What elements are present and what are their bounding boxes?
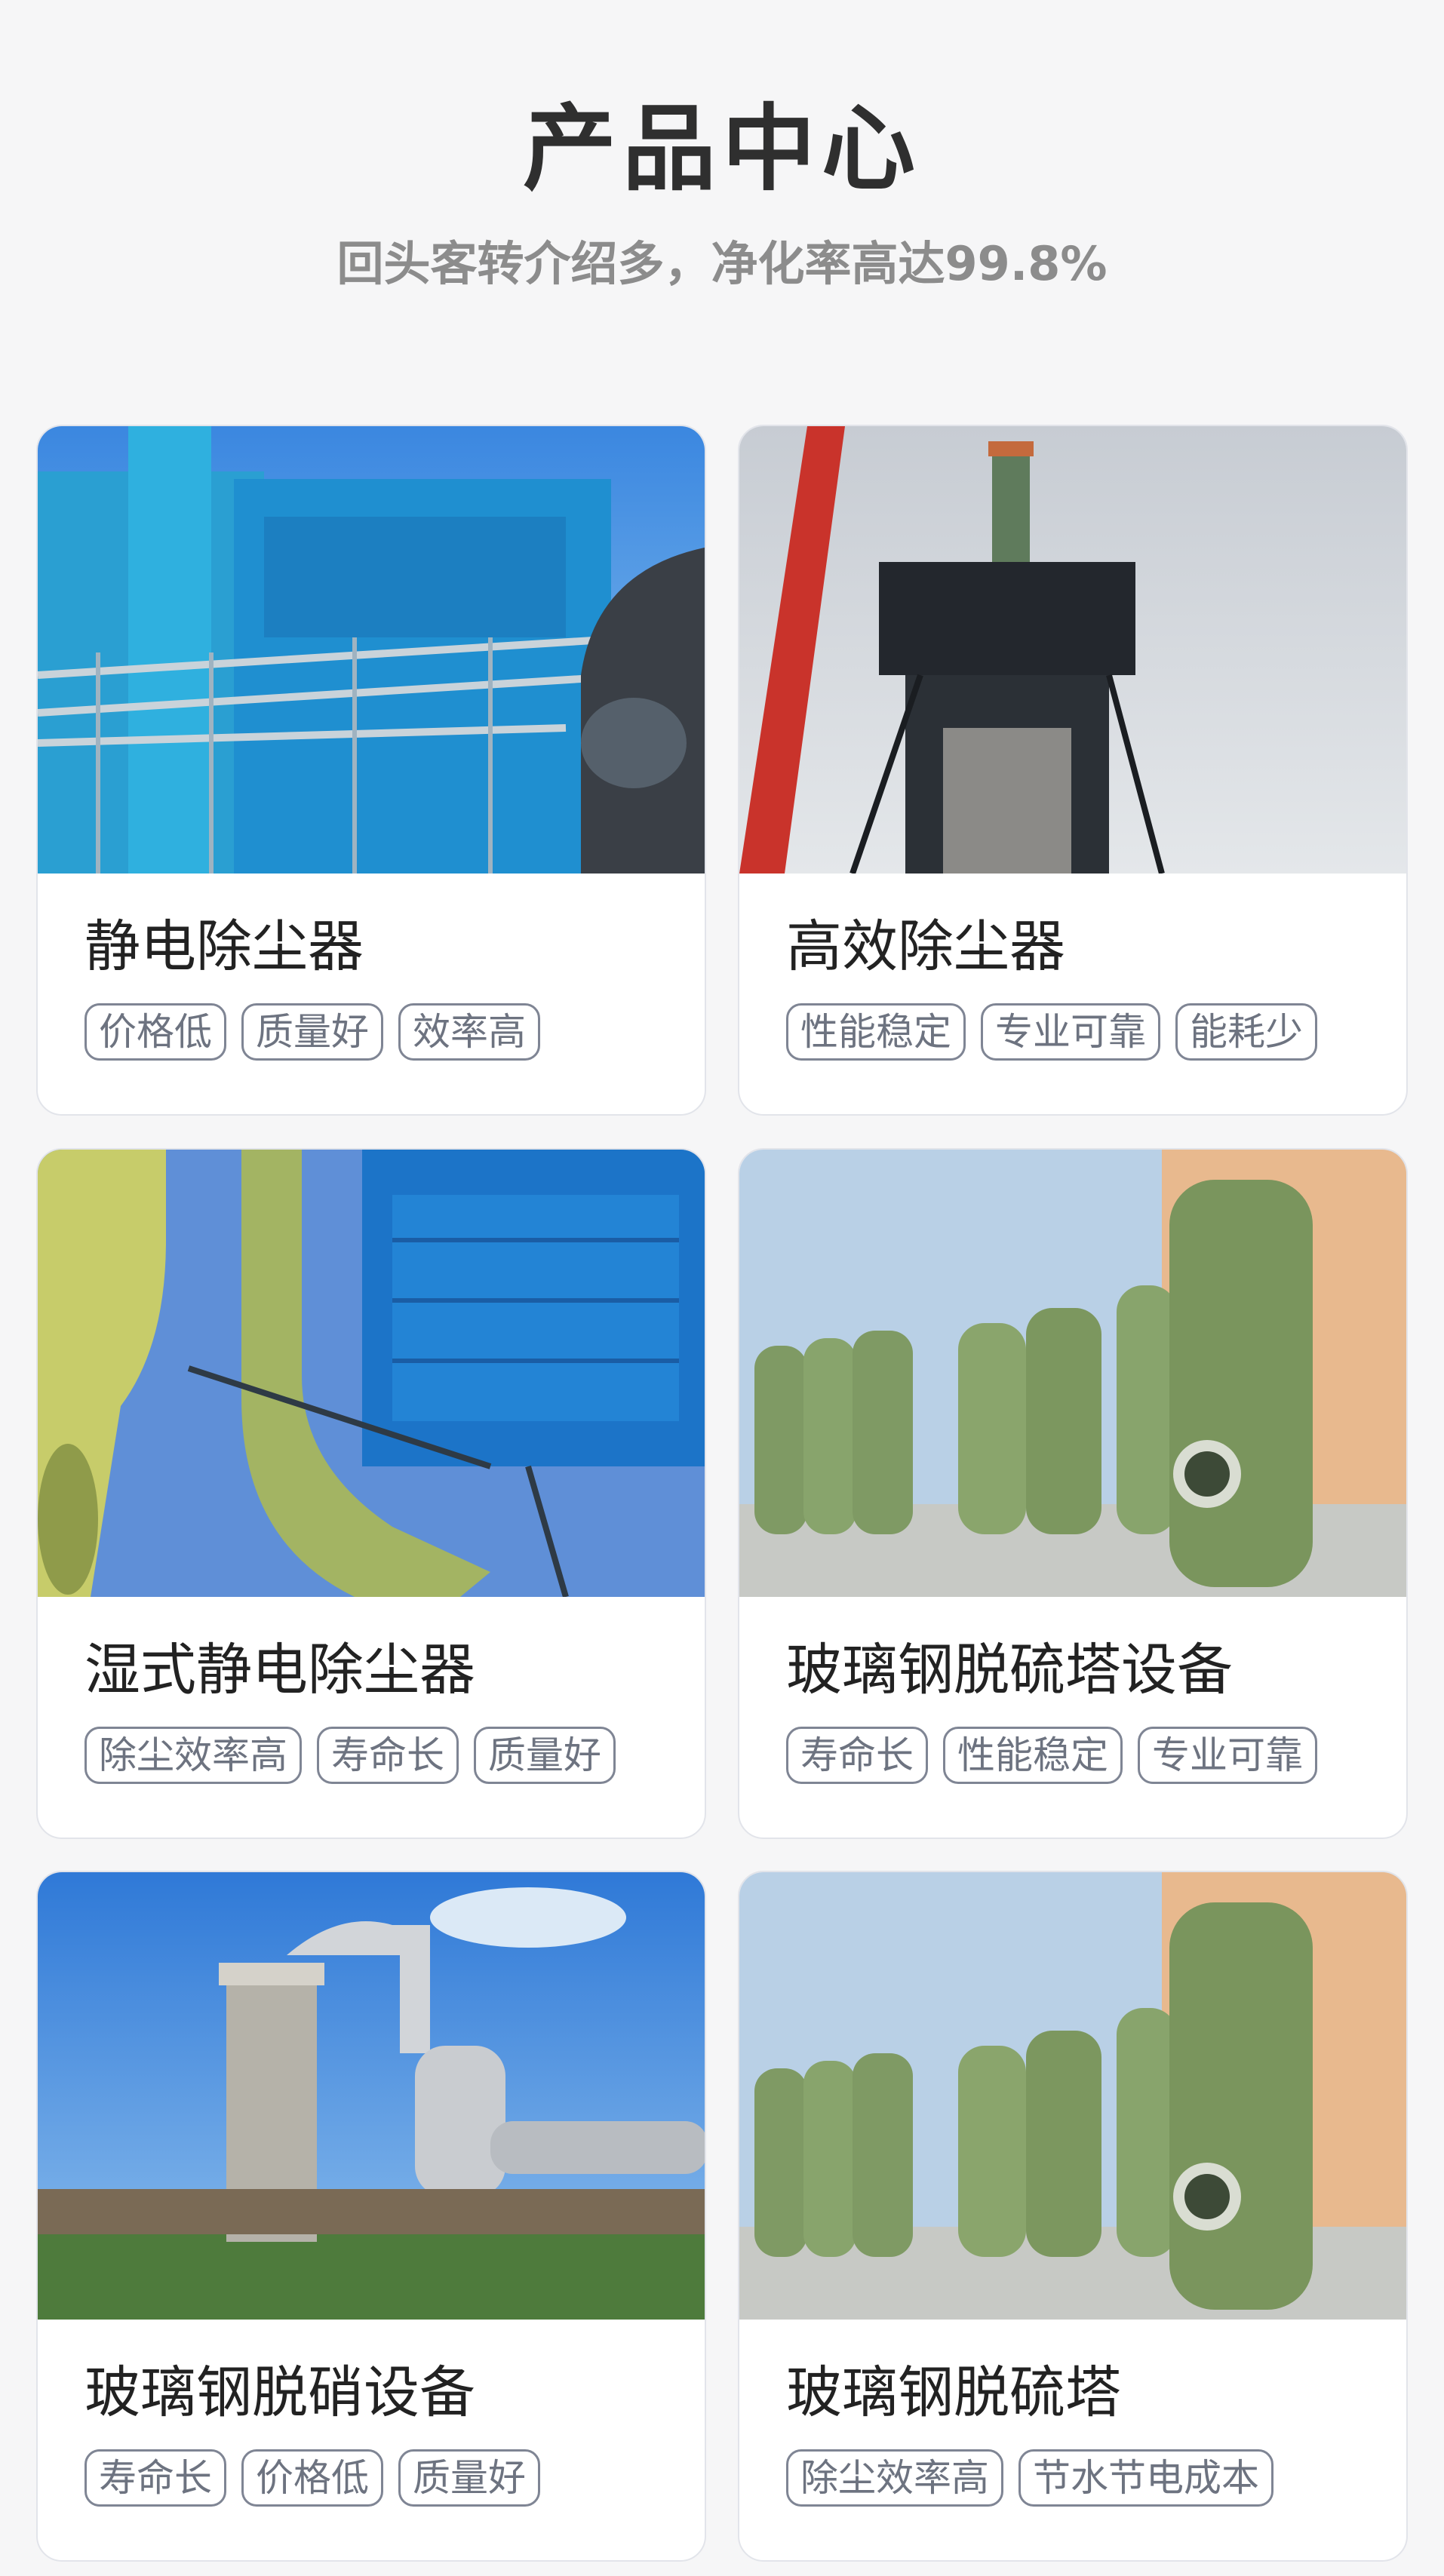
product-tag: 价格低 xyxy=(241,2449,383,2507)
product-tag: 专业可靠 xyxy=(1138,1727,1317,1784)
product-card-frp-desulfurization-tower[interactable]: 玻璃钢脱硫塔 除尘效率高 节水节电成本 xyxy=(738,1871,1408,2562)
product-photo xyxy=(38,426,705,874)
product-tag: 性能稳定 xyxy=(786,1003,966,1061)
product-photo xyxy=(38,1150,705,1597)
product-tag: 专业可靠 xyxy=(981,1003,1160,1061)
page-subtitle: 回头客转介绍多，净化率高达99.8% xyxy=(336,236,1108,291)
product-tags: 除尘效率高 节水节电成本 xyxy=(786,2449,1273,2507)
product-card-frp-desulfurization-equipment[interactable]: 玻璃钢脱硫塔设备 寿命长 性能稳定 专业可靠 xyxy=(738,1148,1408,1839)
product-tags: 除尘效率高 寿命长 质量好 xyxy=(84,1727,616,1784)
product-card-frp-denitration-equipment[interactable]: 玻璃钢脱硝设备 寿命长 价格低 质量好 xyxy=(36,1871,706,2562)
product-card-wet-electrostatic-precipitator[interactable]: 湿式静电除尘器 除尘效率高 寿命长 质量好 xyxy=(36,1148,706,1839)
product-name: 玻璃钢脱硝设备 xyxy=(84,2360,475,2425)
product-photo xyxy=(739,1872,1406,2320)
product-tags: 寿命长 性能稳定 专业可靠 xyxy=(786,1727,1317,1784)
product-name: 静电除尘器 xyxy=(84,914,364,979)
product-tags: 性能稳定 专业可靠 能耗少 xyxy=(786,1003,1317,1061)
product-card-high-efficiency-collector[interactable]: 高效除尘器 性能稳定 专业可靠 能耗少 xyxy=(738,425,1408,1116)
product-tag: 价格低 xyxy=(84,1003,226,1061)
product-tag: 寿命长 xyxy=(317,1727,459,1784)
product-tag: 除尘效率高 xyxy=(84,1727,302,1784)
product-photo xyxy=(38,1872,705,2320)
product-name: 玻璃钢脱硫塔 xyxy=(786,2360,1121,2425)
product-name: 玻璃钢脱硫塔设备 xyxy=(786,1638,1233,1702)
product-tag: 质量好 xyxy=(241,1003,383,1061)
product-card-electrostatic-precipitator[interactable]: 静电除尘器 价格低 质量好 效率高 xyxy=(36,425,706,1116)
product-name: 湿式静电除尘器 xyxy=(84,1638,475,1702)
product-photo xyxy=(739,1150,1406,1597)
product-photo xyxy=(739,426,1406,874)
product-tag: 寿命长 xyxy=(84,2449,226,2507)
product-tag: 效率高 xyxy=(398,1003,540,1061)
product-tag: 性能稳定 xyxy=(943,1727,1123,1784)
product-tag: 质量好 xyxy=(474,1727,616,1784)
product-tag: 寿命长 xyxy=(786,1727,928,1784)
product-tags: 价格低 质量好 效率高 xyxy=(84,1003,540,1061)
product-name: 高效除尘器 xyxy=(786,914,1065,979)
product-tag: 质量好 xyxy=(398,2449,540,2507)
product-tag: 节水节电成本 xyxy=(1018,2449,1273,2507)
product-tags: 寿命长 价格低 质量好 xyxy=(84,2449,540,2507)
page-title: 产品中心 xyxy=(522,95,921,204)
product-tag: 除尘效率高 xyxy=(786,2449,1003,2507)
product-tag: 能耗少 xyxy=(1175,1003,1317,1061)
